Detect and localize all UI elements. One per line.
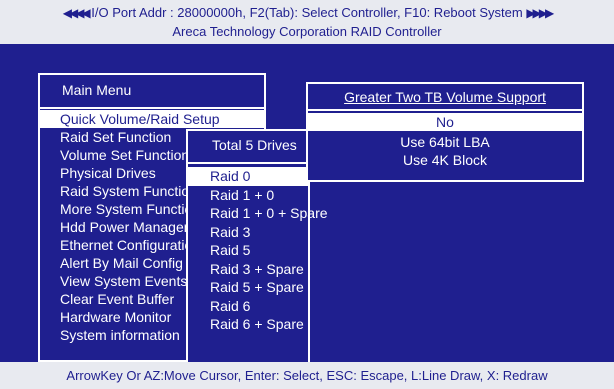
main-menu-title: Main Menu: [62, 82, 132, 98]
header-status-line: ◀◀◀◀ I/O Port Addr : 28000000h, F2(Tab):…: [0, 5, 614, 21]
raid-level-item[interactable]: Raid 1 + 0: [188, 186, 308, 205]
raid-level-list: Raid 0 Raid 1 + 0 Raid 1 + 0 + Spare Raid 3…: [188, 167, 328, 334]
greater-two-tb-option-item[interactable]: No: [308, 113, 582, 131]
top-status-bar: ◀◀◀◀ I/O Port Addr : 28000000h, F2(Tab):…: [0, 0, 614, 44]
greater-two-tb-panel: Greater Two TB Volume Support No Use 64bi…: [306, 82, 584, 182]
raid-level-item[interactable]: Raid 0: [188, 167, 308, 186]
raid-level-panel-divider: [188, 162, 308, 164]
raid-level-item[interactable]: Raid 5: [188, 241, 308, 260]
header-subtitle: Areca Technology Corporation RAID Contro…: [172, 24, 442, 39]
raid-level-item[interactable]: Raid 6 + Spare: [188, 315, 308, 334]
raid-level-panel: Total 5 Drives Raid 0 Raid 1 + 0 Raid 1 + …: [186, 129, 328, 365]
raid-level-item[interactable]: Raid 3: [188, 223, 308, 242]
raid-level-panel-title: Total 5 Drives: [212, 137, 297, 153]
raid-level-item[interactable]: Raid 6: [188, 297, 308, 316]
greater-two-tb-divider: [308, 109, 582, 111]
greater-two-tb-option-item[interactable]: Use 4K Block: [308, 151, 582, 169]
greater-two-tb-option-item[interactable]: Use 64bit LBA: [308, 133, 582, 151]
header-status-text: I/O Port Addr : 28000000h, F2(Tab): Sele…: [91, 5, 523, 20]
raid-level-item[interactable]: Raid 1 + 0 + Spare: [188, 204, 328, 223]
raid-level-item[interactable]: Raid 5 + Spare: [188, 278, 308, 297]
main-menu-item[interactable]: Quick Volume/Raid Setup: [40, 110, 264, 128]
right-arrows-icon: ▶▶▶▶: [526, 6, 554, 20]
raid-level-item[interactable]: Raid 3 + Spare: [188, 260, 308, 279]
greater-two-tb-title: Greater Two TB Volume Support: [344, 89, 546, 105]
bottom-help-bar: ArrowKey Or AZ:Move Cursor, Enter: Selec…: [0, 362, 614, 389]
left-arrows-icon: ◀◀◀◀: [62, 6, 91, 20]
greater-two-tb-options: No Use 64bit LBA Use 4K Block: [308, 113, 582, 169]
main-menu-divider: [40, 107, 264, 109]
